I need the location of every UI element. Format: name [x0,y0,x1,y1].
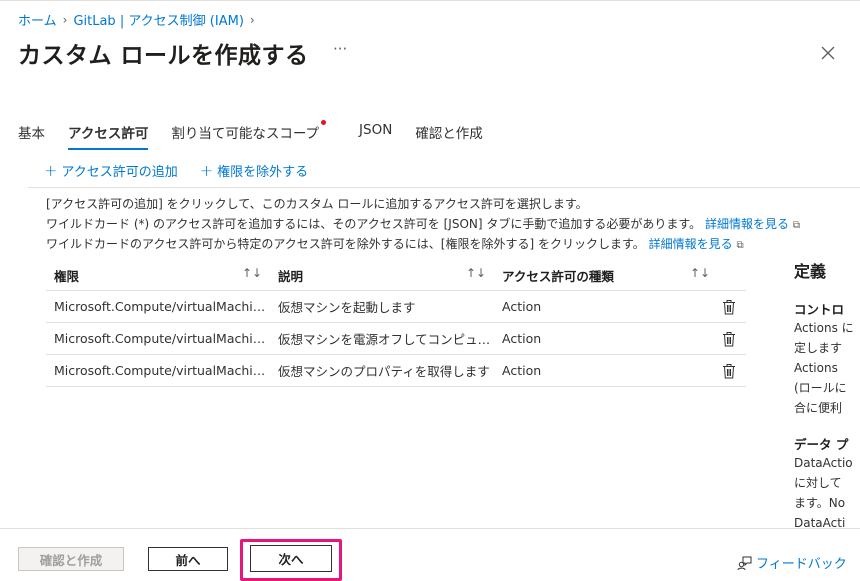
info-text: [アクセス許可の追加] をクリックして、このカスタム ロールに追加するアクセス許… [46,195,860,256]
cell-permission: Microsoft.Compute/virtualMachines/start/… [54,299,270,314]
previous-button[interactable]: 前へ [148,547,228,571]
delete-row-button[interactable] [714,331,746,347]
breadcrumb-iam-link[interactable]: GitLab | アクセス制御 (IAM) [73,10,243,29]
external-link-icon: ⧉ [736,240,744,251]
definitions-title: 定義 [794,262,827,281]
add-permissions-label: アクセス許可の追加 [61,165,178,180]
sort-icon[interactable]: ↑↓ [466,266,486,280]
add-permissions-button[interactable]: + アクセス許可の追加 [44,161,178,180]
cell-type: Action [502,331,542,346]
delete-row-button[interactable] [714,299,746,315]
column-header-description: 説明 ↑↓ [270,266,494,285]
side-text-line: 合に便利 [794,401,843,415]
footer-divider [0,528,860,529]
side-text-line: (ロールに [794,381,847,395]
tab-permissions-label: アクセス許可 [68,126,149,142]
trash-icon [723,299,735,314]
info-line-2-text: ワイルドカード (*) のアクセス許可を追加するには、そのアクセス許可を [JS… [46,216,702,231]
table-row: Microsoft.Compute/virtualMachines/start/… [46,291,746,323]
breadcrumb: ホーム › GitLab | アクセス制御 (IAM) › [18,10,255,30]
breadcrumb-home-link[interactable]: ホーム [18,10,57,29]
review-create-button[interactable]: 確認と作成 [18,547,124,571]
required-indicator-dot [321,120,327,125]
side-text-line: に対して [794,476,842,490]
cell-description: 仮想マシンのプロパティを取得します [278,364,490,379]
page-title: カスタム ロールを作成する [18,43,309,69]
control-plane-title: コントロ [794,302,845,317]
cell-permission: Microsoft.Compute/virtualMachines/powerO… [54,331,270,346]
side-text-line: Actions に [794,321,854,335]
control-plane-text: Actions に 定します Actions (ロールに 合に便利 [794,318,860,418]
plus-icon: + [199,160,214,180]
tab-review-create-label: 確認と作成 [415,126,483,142]
tab-json-label: JSON [359,122,393,138]
cell-description: 仮想マシンを起動します [278,300,416,315]
cell-type: Action [502,363,542,378]
trash-icon [723,331,735,346]
tab-basics[interactable]: 基本 [18,118,45,150]
learn-more-link-1[interactable]: 詳細情報を見る [705,217,789,231]
tab-assignable-scopes[interactable]: 割り当て可能なスコープ [171,118,327,150]
info-line-3: ワイルドカードのアクセス許可から特定のアクセス許可を除外するには、[権限を除外す… [46,235,860,256]
cell-permission: Microsoft.Compute/virtualMachines/read [54,363,270,378]
info-line-1: [アクセス許可の追加] をクリックして、このカスタム ロールに追加するアクセス許… [46,197,588,211]
info-line-3-text: ワイルドカードのアクセス許可から特定のアクセス許可を除外するには、[権限を除外す… [46,237,645,251]
cell-type: Action [502,299,542,314]
exclude-permissions-label: 権限を除外する [217,165,309,180]
more-options-button[interactable]: ··· [333,40,347,58]
learn-more-link-2[interactable]: 詳細情報を見る [649,237,733,251]
top-divider [0,0,860,1]
column-header-type-label: アクセス許可の種類 [502,268,614,284]
feedback-icon [737,556,752,570]
delete-row-button[interactable] [714,363,746,379]
table-header: 権限 ↑↓ 説明 ↑↓ アクセス許可の種類 ↑↓ [46,260,746,291]
side-text-line: ます。No [794,496,846,510]
data-plane-text: DataActio に対して ます。No DataActi [794,453,860,528]
external-link-icon: ⧉ [792,219,800,231]
sort-icon[interactable]: ↑↓ [690,266,710,280]
side-text-line: Actions [794,361,838,375]
tab-basics-label: 基本 [18,126,45,142]
trash-icon [723,363,735,378]
side-text-line: 定します [794,341,843,355]
tab-permissions[interactable]: アクセス許可 [68,118,149,150]
tab-review-create[interactable]: 確認と作成 [415,118,483,150]
column-header-description-label: 説明 [278,268,304,284]
column-header-permission: 権限 ↑↓ [46,266,270,285]
next-button[interactable]: 次へ [250,545,332,572]
tab-assignable-scopes-label: 割り当て可能なスコープ [171,126,320,142]
permissions-toolbar: + アクセス許可の追加 + 権限を除外する [44,161,308,180]
tab-bar: 基本 アクセス許可 割り当て可能なスコープ JSON 確認と作成 [18,118,483,150]
definitions-panel: 定義 コントロ Actions に 定します Actions (ロールに 合に便… [794,258,860,528]
close-button[interactable] [817,42,839,64]
feedback-link[interactable]: フィードバック [736,553,847,572]
info-line-2: ワイルドカード (*) のアクセス許可を追加するには、そのアクセス許可を [JS… [46,215,860,236]
toolbar-divider [28,187,860,188]
column-header-permission-label: 権限 [54,268,80,284]
permissions-table: 権限 ↑↓ 説明 ↑↓ アクセス許可の種類 ↑↓ Microsoft.Compu… [46,260,746,387]
sort-icon[interactable]: ↑↓ [242,266,262,280]
chevron-right-icon: › [249,12,255,27]
feedback-label: フィードバック [756,557,847,572]
close-icon [821,46,835,60]
chevron-right-icon: › [62,12,68,27]
exclude-permissions-button[interactable]: + 権限を除外する [200,161,308,180]
side-text-line: DataActi [794,516,846,528]
data-plane-title: データ プ [794,437,849,452]
column-header-type: アクセス許可の種類 ↑↓ [494,266,714,285]
plus-icon: + [44,160,58,180]
table-row: Microsoft.Compute/virtualMachines/read 仮… [46,355,746,387]
table-row: Microsoft.Compute/virtualMachines/powerO… [46,323,746,355]
cell-description: 仮想マシンを電源オフしてコンピューティング [278,332,494,347]
side-text-line: DataActio [794,456,853,470]
tab-json[interactable]: JSON [359,118,392,150]
